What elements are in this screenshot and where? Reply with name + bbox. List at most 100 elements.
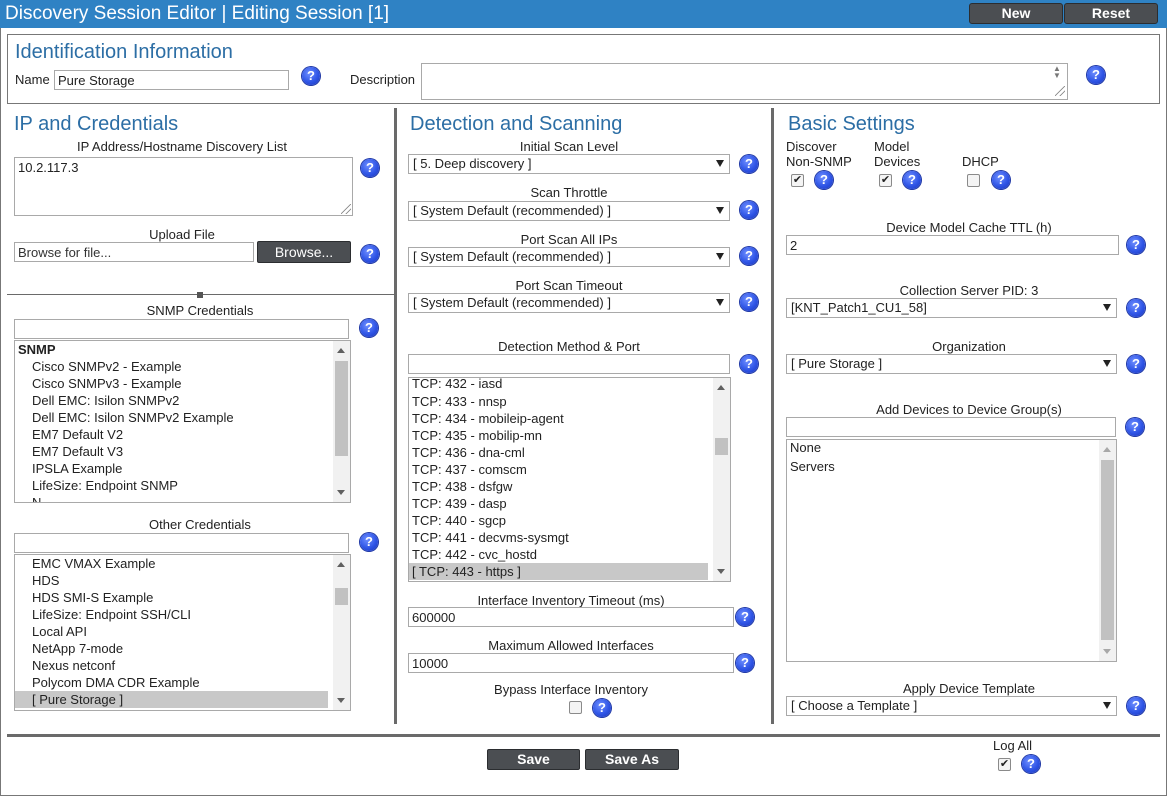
cache-ttl-help-icon[interactable]: ? bbox=[1127, 236, 1145, 254]
discover-help-icon[interactable]: ? bbox=[815, 171, 833, 189]
scroll-up-icon[interactable] bbox=[337, 348, 345, 353]
list-item[interactable]: Servers bbox=[787, 458, 1116, 476]
list-item[interactable]: TCP: 434 - mobileip-agent bbox=[409, 410, 730, 427]
collector-help-icon[interactable]: ? bbox=[1127, 299, 1145, 317]
dhcp-checkbox[interactable] bbox=[967, 174, 980, 187]
collector-select[interactable]: [KNT_Patch1_CU1_58] bbox=[786, 298, 1117, 318]
device-group-list[interactable]: None Servers bbox=[786, 439, 1117, 662]
list-item[interactable]: Dell EMC: Isilon SNMPv2 bbox=[15, 392, 350, 409]
log-all-help-icon[interactable]: ? bbox=[1022, 755, 1040, 773]
name-input[interactable]: Pure Storage bbox=[54, 70, 289, 90]
list-item[interactable]: TCP: 436 - dna-cml bbox=[409, 444, 730, 461]
iface-timeout-input[interactable]: 600000 bbox=[408, 607, 734, 627]
scroll-down-icon[interactable] bbox=[337, 698, 345, 703]
scroll-down-icon[interactable] bbox=[1103, 649, 1111, 654]
scroll-up-icon[interactable] bbox=[1103, 447, 1111, 452]
snmp-filter-input[interactable] bbox=[14, 319, 349, 339]
detection-list-scrollbar[interactable] bbox=[713, 378, 730, 581]
scroll-down-icon[interactable] bbox=[717, 569, 725, 574]
ip-list-resize-icon[interactable] bbox=[341, 204, 351, 214]
max-iface-help-icon[interactable]: ? bbox=[736, 654, 754, 672]
list-item[interactable]: TCP: 442 - cvc_hostd bbox=[409, 546, 730, 563]
scan-throttle-help-icon[interactable]: ? bbox=[740, 201, 758, 219]
list-item[interactable]: Local API bbox=[15, 623, 350, 640]
ip-list-textarea[interactable]: 10.2.117.3 bbox=[14, 157, 353, 216]
reset-button[interactable]: Reset bbox=[1064, 3, 1158, 24]
snmp-credentials-list[interactable]: SNMP Cisco SNMPv2 - Example Cisco SNMPv3… bbox=[14, 340, 351, 503]
cache-ttl-input[interactable]: 2 bbox=[786, 235, 1119, 255]
discover-non-snmp-checkbox[interactable]: ✔ bbox=[791, 174, 804, 187]
scroll-up-icon[interactable] bbox=[337, 562, 345, 567]
list-item[interactable]: LifeSize: Endpoint SSH/CLI bbox=[15, 606, 350, 623]
list-item[interactable]: TCP: 432 - iasd bbox=[409, 378, 730, 393]
list-item[interactable]: TCP: 437 - comscm bbox=[409, 461, 730, 478]
detection-filter-input[interactable] bbox=[408, 354, 730, 374]
initial-scan-help-icon[interactable]: ? bbox=[740, 155, 758, 173]
list-item-selected[interactable]: [ TCP: 443 - https ] bbox=[409, 563, 708, 580]
list-item[interactable]: NetApp 7-mode bbox=[15, 640, 350, 657]
device-template-help-icon[interactable]: ? bbox=[1127, 697, 1145, 715]
detection-method-help-icon[interactable]: ? bbox=[740, 355, 758, 373]
list-item[interactable]: TCP: 440 - sgcp bbox=[409, 512, 730, 529]
list-item[interactable]: N... bbox=[15, 494, 350, 502]
snmp-list-scrollbar[interactable] bbox=[333, 341, 350, 502]
max-iface-input[interactable]: 10000 bbox=[408, 653, 734, 673]
scroll-thumb[interactable] bbox=[715, 438, 728, 455]
list-item[interactable]: TCP: 439 - dasp bbox=[409, 495, 730, 512]
list-item[interactable]: Nexus netconf bbox=[15, 657, 350, 674]
list-item[interactable]: TCP: 438 - dsfgw bbox=[409, 478, 730, 495]
port-scan-all-select[interactable]: [ System Default (recommended) ] bbox=[408, 247, 730, 267]
upload-help-icon[interactable]: ? bbox=[361, 245, 379, 263]
dhcp-help-icon[interactable]: ? bbox=[992, 171, 1010, 189]
log-all-checkbox[interactable]: ✔ bbox=[998, 758, 1011, 771]
bypass-iface-checkbox[interactable] bbox=[569, 701, 582, 714]
model-devices-checkbox[interactable]: ✔ bbox=[879, 174, 892, 187]
list-item[interactable]: None bbox=[787, 440, 1116, 458]
organization-select[interactable]: [ Pure Storage ] bbox=[786, 354, 1117, 374]
list-item[interactable]: EM7 Default V3 bbox=[15, 443, 350, 460]
description-help-icon[interactable]: ? bbox=[1087, 66, 1105, 84]
list-item[interactable]: IPSLA Example bbox=[15, 460, 350, 477]
list-item[interactable]: TCP: 441 - decvms-sysmgt bbox=[409, 529, 730, 546]
other-help-icon[interactable]: ? bbox=[360, 533, 378, 551]
iface-timeout-help-icon[interactable]: ? bbox=[736, 608, 754, 626]
device-template-select[interactable]: [ Choose a Template ] bbox=[786, 696, 1117, 716]
scroll-thumb[interactable] bbox=[335, 588, 348, 605]
scroll-thumb[interactable] bbox=[335, 361, 348, 456]
list-item[interactable]: EM7 Default V2 bbox=[15, 426, 350, 443]
browse-button[interactable]: Browse... bbox=[257, 241, 351, 263]
new-button[interactable]: New bbox=[969, 3, 1063, 24]
initial-scan-select[interactable]: [ 5. Deep discovery ] bbox=[408, 154, 730, 174]
port-scan-all-help-icon[interactable]: ? bbox=[740, 247, 758, 265]
list-item[interactable]: HDS bbox=[15, 572, 350, 589]
save-button[interactable]: Save bbox=[487, 749, 580, 770]
other-filter-input[interactable] bbox=[14, 533, 349, 553]
port-scan-timeout-help-icon[interactable]: ? bbox=[740, 293, 758, 311]
save-as-button[interactable]: Save As bbox=[585, 749, 679, 770]
description-spinner-icon[interactable]: ▲ ▼ bbox=[1050, 65, 1064, 80]
list-item[interactable]: HDS SMI-S Example bbox=[15, 589, 350, 606]
description-textarea[interactable] bbox=[421, 63, 1068, 100]
device-group-scrollbar[interactable] bbox=[1099, 440, 1116, 661]
list-item[interactable]: TCP: 435 - mobilip-mn bbox=[409, 427, 730, 444]
list-item[interactable]: Cisco SNMPv2 - Example bbox=[15, 358, 350, 375]
port-scan-timeout-select[interactable]: [ System Default (recommended) ] bbox=[408, 293, 730, 313]
list-item[interactable]: Dell EMC: Isilon SNMPv2 Example bbox=[15, 409, 350, 426]
name-help-icon[interactable]: ? bbox=[302, 67, 320, 85]
ip-list-help-icon[interactable]: ? bbox=[361, 159, 379, 177]
other-list-scrollbar[interactable] bbox=[333, 555, 350, 710]
detection-port-list[interactable]: TCP: 432 - iasd TCP: 433 - nnsp TCP: 434… bbox=[408, 377, 731, 582]
device-group-help-icon[interactable]: ? bbox=[1126, 418, 1144, 436]
snmp-help-icon[interactable]: ? bbox=[360, 319, 378, 337]
list-item-selected[interactable]: [ Pure Storage ] bbox=[15, 691, 328, 708]
upload-file-input[interactable]: Browse for file... bbox=[14, 242, 254, 262]
model-help-icon[interactable]: ? bbox=[903, 171, 921, 189]
scan-throttle-select[interactable]: [ System Default (recommended) ] bbox=[408, 201, 730, 221]
list-item[interactable]: Cisco SNMPv3 - Example bbox=[15, 375, 350, 392]
splitter-handle-icon[interactable] bbox=[197, 292, 203, 298]
list-item[interactable]: EMC VMAX Example bbox=[15, 555, 350, 572]
description-resize-icon[interactable] bbox=[1055, 86, 1065, 96]
bypass-iface-help-icon[interactable]: ? bbox=[593, 699, 611, 717]
scroll-thumb[interactable] bbox=[1101, 460, 1114, 640]
list-item[interactable]: Polycom DMA CDR Example bbox=[15, 674, 350, 691]
